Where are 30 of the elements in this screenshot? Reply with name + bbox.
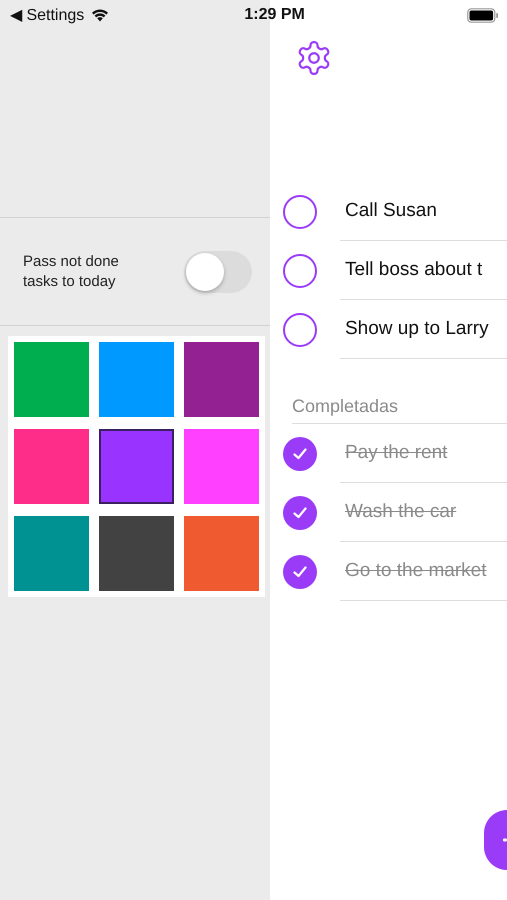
plus-icon xyxy=(503,838,507,842)
color-swatch[interactable] xyxy=(14,429,89,504)
color-swatch[interactable] xyxy=(99,342,174,417)
checkbox[interactable] xyxy=(283,254,317,288)
task-title[interactable]: Tell boss about t xyxy=(345,259,482,281)
color-swatch[interactable] xyxy=(99,516,174,591)
color-swatch[interactable] xyxy=(184,342,259,417)
clock-time: 1:29 PM xyxy=(244,6,305,24)
checkbox[interactable] xyxy=(283,312,317,346)
checked-checkbox[interactable] xyxy=(283,554,317,588)
checked-checkbox[interactable] xyxy=(283,496,317,530)
color-swatch[interactable] xyxy=(99,429,174,504)
color-swatch[interactable] xyxy=(184,429,259,504)
toggle-switch[interactable] xyxy=(184,250,252,292)
toggle-label: Pass not done tasks to today xyxy=(23,252,120,292)
task-title[interactable]: Show up to Larry xyxy=(345,318,489,340)
task-title[interactable]: Call Susan xyxy=(345,200,437,222)
checkbox[interactable] xyxy=(283,194,317,228)
color-swatch[interactable] xyxy=(184,516,259,591)
add-button[interactable] xyxy=(484,810,507,870)
color-swatch[interactable] xyxy=(14,342,89,417)
battery-icon xyxy=(466,8,499,22)
wifi-icon xyxy=(90,8,110,22)
back-link[interactable]: ◀ Settings xyxy=(10,5,84,25)
section-heading: Completadas xyxy=(292,396,398,417)
check-icon xyxy=(293,506,307,518)
check-icon xyxy=(293,448,307,460)
check-icon xyxy=(293,566,307,578)
checked-checkbox[interactable] xyxy=(283,436,317,470)
color-swatch[interactable] xyxy=(14,516,89,591)
